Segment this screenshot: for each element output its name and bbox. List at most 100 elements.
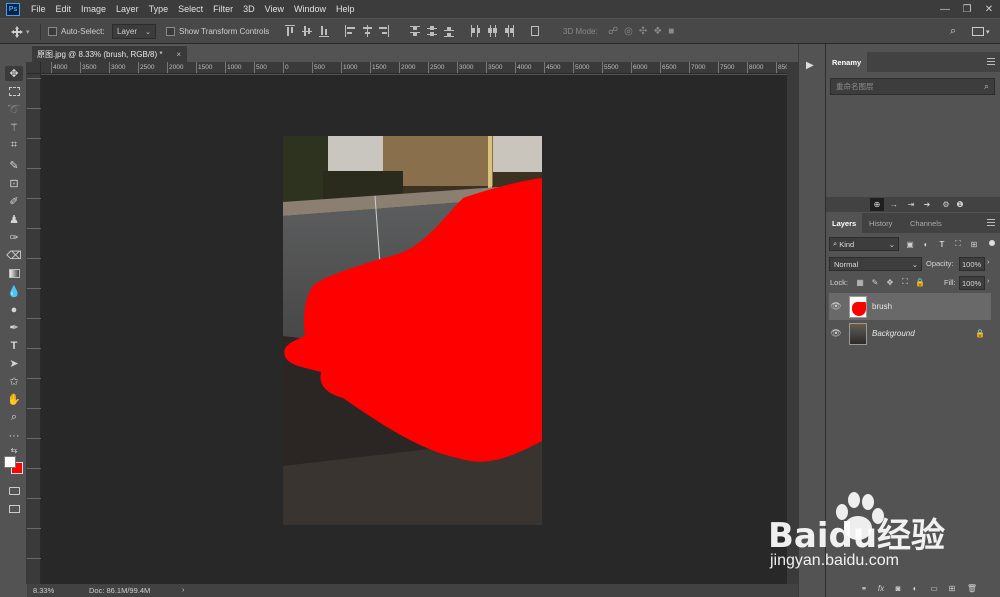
zoom-level[interactable]: 8.33% bbox=[33, 586, 54, 595]
frame-tool-icon[interactable]: ⊡ bbox=[5, 176, 23, 191]
adjustment-icon[interactable]: ◐ bbox=[910, 583, 920, 593]
3d-mode-icons[interactable]: ☍ ◎ ✣ ❖ ■ bbox=[608, 19, 680, 44]
more-tools-icon[interactable]: ··· bbox=[5, 428, 23, 443]
dodge-tool-icon[interactable]: ● bbox=[5, 302, 23, 317]
stamp-tool-icon[interactable]: ♟ bbox=[5, 212, 23, 227]
rename-arrow-icon[interactable]: → bbox=[889, 199, 899, 209]
fill-field[interactable]: 100% bbox=[959, 276, 985, 290]
canvas-area[interactable] bbox=[41, 75, 787, 584]
type-tool-icon[interactable]: T bbox=[5, 338, 23, 353]
status-menu-arrow[interactable]: › bbox=[182, 585, 185, 594]
screen-mode-icon[interactable] bbox=[5, 501, 23, 516]
menu-select[interactable]: Select bbox=[173, 4, 208, 14]
3d-slide-icon[interactable]: ❖ bbox=[653, 26, 668, 37]
menu-layer[interactable]: Layer bbox=[111, 4, 144, 14]
zoom-tool-icon[interactable]: ⌕ bbox=[5, 410, 23, 425]
align-hcenter-icon[interactable] bbox=[362, 25, 372, 37]
tab-channels[interactable]: Channels bbox=[904, 213, 948, 233]
blend-mode-dropdown[interactable]: Normal ⌄ bbox=[829, 257, 922, 271]
align-bottom-icon[interactable] bbox=[319, 25, 329, 37]
distribute-bottom-icon[interactable] bbox=[444, 25, 454, 37]
rename-next-icon[interactable]: ⇥ bbox=[906, 199, 916, 209]
tab-history[interactable]: History bbox=[863, 213, 898, 233]
tab-layers[interactable]: Layers bbox=[826, 213, 863, 233]
gradient-tool-icon[interactable] bbox=[5, 266, 23, 281]
kind-filter-dropdown[interactable]: ⌕ Kind ⌄ bbox=[829, 237, 899, 251]
quick-mask-icon[interactable] bbox=[5, 483, 23, 498]
distribute-right-icon[interactable] bbox=[504, 25, 514, 37]
eraser-tool-icon[interactable]: ⌫ bbox=[5, 248, 23, 263]
3d-roll-icon[interactable]: ◎ bbox=[624, 26, 639, 37]
3d-orbit-icon[interactable]: ☍ bbox=[608, 26, 624, 37]
auto-select-target-dropdown[interactable]: Layer ⌄ bbox=[112, 24, 156, 39]
align-top-icon[interactable] bbox=[285, 25, 295, 37]
vertical-ruler[interactable] bbox=[27, 74, 41, 584]
info-icon[interactable]: ❶ bbox=[955, 199, 965, 209]
filter-adjustment-icon[interactable]: ◐ bbox=[921, 239, 931, 249]
align-left-icon[interactable] bbox=[345, 25, 355, 37]
filter-pixel-icon[interactable]: ▣ bbox=[905, 239, 915, 249]
auto-align-icon[interactable] bbox=[530, 25, 540, 37]
filter-type-icon[interactable]: T bbox=[937, 239, 947, 249]
fx-icon[interactable]: fx bbox=[876, 583, 886, 593]
lock-transparency-icon[interactable]: ▦ bbox=[855, 277, 865, 287]
align-right-icon[interactable] bbox=[379, 25, 389, 37]
minimize-button[interactable]: — bbox=[934, 0, 956, 18]
mask-icon[interactable]: ◙ bbox=[893, 583, 903, 593]
crop-tool-icon[interactable]: ⌗ bbox=[5, 138, 23, 153]
magic-wand-tool-icon[interactable]: ⚚ bbox=[5, 120, 23, 135]
menu-window[interactable]: Window bbox=[289, 4, 331, 14]
shape-tool-icon[interactable]: ✩ bbox=[5, 374, 23, 389]
pen-tool-icon[interactable]: ✒ bbox=[5, 320, 23, 335]
opacity-field[interactable]: 100% bbox=[959, 257, 985, 271]
blur-tool-icon[interactable]: 💧 bbox=[5, 284, 23, 299]
play-icon[interactable]: ▶ bbox=[806, 60, 814, 71]
gear-icon[interactable]: ⚙ bbox=[941, 199, 951, 209]
menu-file[interactable]: File bbox=[26, 4, 51, 14]
history-brush-tool-icon[interactable]: ✑ bbox=[5, 230, 23, 245]
horizontal-ruler[interactable]: 4000 3500 3000 2500 2000 1500 1000 500 0 500 1000 1… bbox=[41, 62, 787, 74]
renamy-search-input[interactable]: 重命名图层 ⌕ bbox=[830, 78, 995, 95]
layer-name[interactable]: Background bbox=[872, 329, 915, 338]
align-vcenter-icon[interactable] bbox=[302, 25, 312, 37]
marquee-tool-icon[interactable] bbox=[5, 84, 23, 99]
distribute-left-icon[interactable] bbox=[470, 25, 480, 37]
layers-menu-icon[interactable] bbox=[987, 219, 995, 226]
menu-filter[interactable]: Filter bbox=[208, 4, 238, 14]
opacity-arrow-icon[interactable]: › bbox=[987, 259, 989, 266]
fill-arrow-icon[interactable]: › bbox=[987, 278, 989, 285]
close-tab-icon[interactable]: × bbox=[176, 50, 181, 59]
visibility-eye-icon[interactable]: 👁 bbox=[829, 328, 843, 339]
tab-renamy[interactable]: Renamy bbox=[826, 52, 868, 72]
layer-row-background[interactable]: 👁 Background 🔒 bbox=[829, 320, 991, 347]
lock-position-icon[interactable]: ✥ bbox=[885, 277, 895, 287]
brush-tool-icon[interactable]: ✐ bbox=[5, 194, 23, 209]
foreground-color-swatch[interactable] bbox=[4, 456, 16, 468]
menu-type[interactable]: Type bbox=[144, 4, 174, 14]
search-icon[interactable]: ⌕ bbox=[950, 19, 956, 44]
document-canvas[interactable] bbox=[283, 136, 542, 525]
menu-image[interactable]: Image bbox=[76, 4, 111, 14]
auto-select-checkbox[interactable]: Auto-Select: bbox=[48, 19, 105, 44]
lock-all-icon[interactable]: 🔒 bbox=[915, 277, 925, 287]
3d-pan-icon[interactable]: ✣ bbox=[639, 26, 653, 37]
search-icon[interactable]: ⌕ bbox=[984, 81, 989, 92]
lock-artboard-icon[interactable]: ⛶ bbox=[900, 277, 910, 287]
3d-scale-icon[interactable]: ■ bbox=[668, 26, 680, 37]
lasso-tool-icon[interactable]: ➰ bbox=[5, 102, 23, 117]
show-transform-checkbox[interactable]: Show Transform Controls bbox=[166, 19, 269, 44]
menu-help[interactable]: Help bbox=[331, 4, 360, 14]
renamy-icon[interactable]: ⊕ bbox=[870, 198, 884, 211]
filter-shape-icon[interactable]: ⛶ bbox=[953, 239, 963, 249]
link-icon[interactable]: ⚭ bbox=[859, 583, 869, 593]
settings-gear-icon[interactable] bbox=[927, 199, 937, 209]
new-layer-icon[interactable]: ⊞ bbox=[947, 583, 957, 593]
workspace-icon[interactable]: ▾ bbox=[972, 19, 990, 44]
layer-row-brush[interactable]: 👁 brush bbox=[829, 293, 991, 320]
filter-toggle-icon[interactable] bbox=[989, 240, 995, 246]
path-select-tool-icon[interactable]: ➤ bbox=[5, 356, 23, 371]
distribute-vcenter-icon[interactable] bbox=[427, 25, 437, 37]
trash-icon[interactable]: 🗑 bbox=[967, 583, 977, 593]
menu-edit[interactable]: Edit bbox=[51, 4, 77, 14]
lock-paint-icon[interactable]: ✎ bbox=[870, 277, 880, 287]
